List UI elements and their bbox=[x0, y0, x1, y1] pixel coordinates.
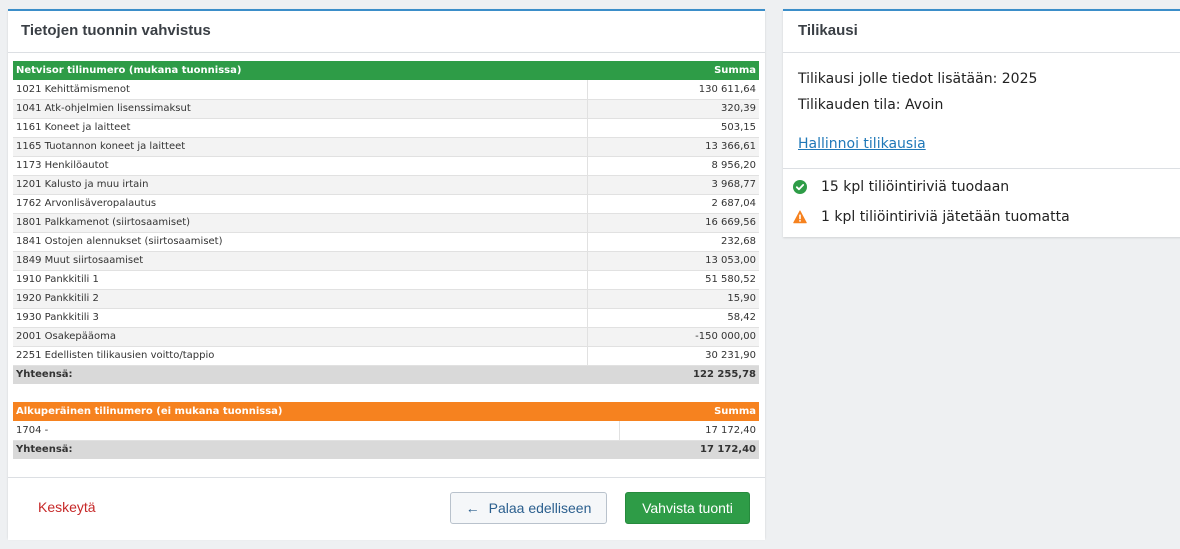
sum-cell: 17 172,40 bbox=[618, 421, 759, 441]
back-button-label: Palaa edelliseen bbox=[488, 500, 592, 516]
arrow-left-icon: ← bbox=[465, 500, 480, 516]
warning-triangle-icon bbox=[793, 210, 807, 224]
status-skipped-text: 1 kpl tiliöintiriviä jätetään tuomatta bbox=[821, 209, 1070, 225]
included-table-header: Netvisor tilinumero (mukana tuonnissa) S… bbox=[13, 61, 759, 80]
sum-cell: 8 956,20 bbox=[587, 156, 759, 176]
included-accounts-table: Netvisor tilinumero (mukana tuonnissa) S… bbox=[13, 61, 759, 384]
sum-cell: 130 611,64 bbox=[587, 80, 759, 100]
excluded-header-sum: Summa bbox=[619, 402, 759, 421]
fiscal-year-state: Tilikauden tila: Avoin bbox=[798, 97, 944, 113]
table-row: 1910 Pankkitili 1 51 580,52 bbox=[13, 270, 759, 290]
sum-cell: 13 366,61 bbox=[587, 137, 759, 157]
included-total-row: Yhteensä: 122 255,78 bbox=[13, 364, 759, 384]
table-row: 1801 Palkkamenot (siirtosaamiset) 16 669,… bbox=[13, 213, 759, 233]
excluded-header-account: Alkuperäinen tilinumero (ei mukana tuonn… bbox=[13, 402, 619, 421]
sum-cell: 503,15 bbox=[587, 118, 759, 138]
import-confirmation-panel: Tietojen tuonnin vahvistus Netvisor tili… bbox=[8, 9, 765, 540]
account-cell: 1762 Arvonlisäveropalautus bbox=[13, 194, 588, 214]
table-row: 1201 Kalusto ja muu irtain 3 968,77 bbox=[13, 175, 759, 195]
sum-cell: 232,68 bbox=[587, 232, 759, 252]
excluded-total-label: Yhteensä: bbox=[13, 439, 619, 459]
sum-cell: 30 231,90 bbox=[587, 346, 759, 366]
included-header-account: Netvisor tilinumero (mukana tuonnissa) bbox=[13, 61, 588, 80]
excluded-accounts-table: Alkuperäinen tilinumero (ei mukana tuonn… bbox=[13, 402, 759, 459]
fiscal-year-panel: Tilikausi Tilikausi jolle tiedot lisätää… bbox=[783, 9, 1180, 237]
manage-fiscal-years-link[interactable]: Hallinnoi tilikausia bbox=[798, 136, 926, 152]
sum-cell: 15,90 bbox=[587, 289, 759, 309]
table-row: 1021 Kehittämismenot 130 611,64 bbox=[13, 80, 759, 100]
status-imported: 15 kpl tiliöintiriviä tuodaan bbox=[793, 179, 1009, 195]
check-circle-icon bbox=[793, 180, 807, 194]
account-cell: 1021 Kehittämismenot bbox=[13, 80, 588, 100]
sum-cell: 58,42 bbox=[587, 308, 759, 328]
sum-cell: -150 000,00 bbox=[587, 327, 759, 347]
import-confirmation-title: Tietojen tuonnin vahvistus bbox=[8, 11, 765, 53]
account-cell: 1201 Kalusto ja muu irtain bbox=[13, 175, 588, 195]
confirm-button-label: Vahvista tuonti bbox=[642, 500, 733, 516]
account-cell: 1801 Palkkamenot (siirtosaamiset) bbox=[13, 213, 588, 233]
fiscal-year-title: Tilikausi bbox=[783, 11, 1180, 53]
included-total-label: Yhteensä: bbox=[13, 364, 588, 384]
account-cell: 1841 Ostojen alennukset (siirtosaamiset) bbox=[13, 232, 588, 252]
back-button[interactable]: ← Palaa edelliseen bbox=[450, 492, 607, 524]
table-row: 1762 Arvonlisäveropalautus 2 687,04 bbox=[13, 194, 759, 214]
table-row: 1161 Koneet ja laitteet 503,15 bbox=[13, 118, 759, 138]
excluded-total-row: Yhteensä: 17 172,40 bbox=[13, 439, 759, 459]
included-total-value: 122 255,78 bbox=[587, 364, 759, 384]
table-row: 1173 Henkilöautot 8 956,20 bbox=[13, 156, 759, 176]
table-row: 2001 Osakepääoma -150 000,00 bbox=[13, 327, 759, 347]
status-imported-text: 15 kpl tiliöintiriviä tuodaan bbox=[821, 179, 1010, 195]
table-row: 2251 Edellisten tilikausien voitto/tappi… bbox=[13, 346, 759, 366]
account-cell: 2251 Edellisten tilikausien voitto/tappi… bbox=[13, 346, 588, 366]
excluded-total-value: 17 172,40 bbox=[619, 439, 759, 459]
included-header-sum: Summa bbox=[587, 61, 759, 80]
account-cell: 1704 - bbox=[13, 421, 619, 441]
account-cell: 1910 Pankkitili 1 bbox=[13, 270, 588, 290]
account-cell: 1161 Koneet ja laitteet bbox=[13, 118, 588, 138]
account-cell: 1920 Pankkitili 2 bbox=[13, 289, 588, 309]
table-row: 1841 Ostojen alennukset (siirtosaamiset)… bbox=[13, 232, 759, 252]
sum-cell: 16 669,56 bbox=[587, 213, 759, 233]
divider bbox=[783, 168, 1180, 169]
fiscal-year-target: Tilikausi jolle tiedot lisätään: 2025 bbox=[798, 71, 1038, 87]
sum-cell: 13 053,00 bbox=[587, 251, 759, 271]
table-row: 1930 Pankkitili 3 58,42 bbox=[13, 308, 759, 328]
cancel-link[interactable]: Keskeytä bbox=[38, 499, 96, 515]
account-cell: 1165 Tuotannon koneet ja laitteet bbox=[13, 137, 588, 157]
table-row: 1920 Pankkitili 2 15,90 bbox=[13, 289, 759, 309]
account-cell: 2001 Osakepääoma bbox=[13, 327, 588, 347]
account-cell: 1173 Henkilöautot bbox=[13, 156, 588, 176]
table-row: 1704 -17 172,40 bbox=[13, 421, 759, 441]
sum-cell: 51 580,52 bbox=[587, 270, 759, 290]
account-cell: 1930 Pankkitili 3 bbox=[13, 308, 588, 328]
sum-cell: 2 687,04 bbox=[587, 194, 759, 214]
status-skipped: 1 kpl tiliöintiriviä jätetään tuomatta bbox=[793, 209, 1070, 225]
sum-cell: 3 968,77 bbox=[587, 175, 759, 195]
table-row: 1165 Tuotannon koneet ja laitteet 13 366,… bbox=[13, 137, 759, 157]
table-row: 1849 Muut siirtosaamiset 13 053,00 bbox=[13, 251, 759, 271]
account-cell: 1849 Muut siirtosaamiset bbox=[13, 251, 588, 271]
account-cell: 1041 Atk-ohjelmien lisenssimaksut bbox=[13, 99, 588, 119]
excluded-table-header: Alkuperäinen tilinumero (ei mukana tuonn… bbox=[13, 402, 759, 421]
table-row: 1041 Atk-ohjelmien lisenssimaksut 320,39 bbox=[13, 99, 759, 119]
sum-cell: 320,39 bbox=[587, 99, 759, 119]
action-footer: Keskeytä ← Palaa edelliseen Vahvista tuo… bbox=[8, 477, 765, 540]
confirm-import-button[interactable]: Vahvista tuonti bbox=[625, 492, 750, 524]
